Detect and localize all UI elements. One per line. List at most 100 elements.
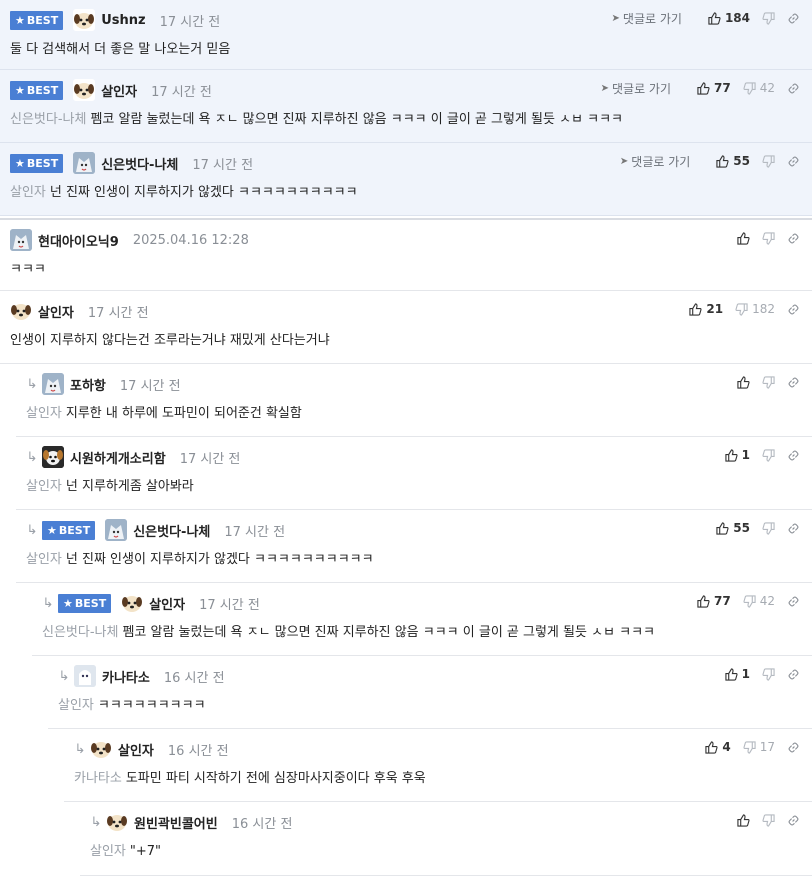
downvote-button[interactable] — [762, 448, 775, 462]
puppy-avatar[interactable] — [121, 592, 144, 614]
upvote-button[interactable] — [737, 231, 750, 245]
share-link-button[interactable] — [787, 12, 800, 25]
upvote-button[interactable]: 55 — [716, 521, 750, 535]
wolf-avatar[interactable] — [10, 229, 32, 251]
author-name[interactable]: 카나타소 — [102, 667, 150, 686]
upvote-button[interactable]: 55 — [716, 154, 750, 168]
comment-text: 펨코 알람 눌렀는데 욕 ㅈㄴ 많으면 진짜 지루하진 않음 ㅋㅋㅋ 이 글이 … — [122, 625, 656, 640]
downvote-button[interactable] — [762, 231, 775, 245]
share-link-button[interactable] — [787, 303, 800, 316]
reply-target[interactable]: 카나타소 — [74, 771, 122, 786]
downvote-button[interactable] — [762, 813, 775, 827]
thumbs-down-icon — [762, 231, 775, 245]
thumbs-down-icon — [762, 375, 775, 389]
link-icon — [788, 233, 799, 243]
author-name[interactable]: 현대아이오닉9 — [38, 231, 119, 250]
share-link-button[interactable] — [787, 82, 800, 95]
downvote-button[interactable] — [762, 375, 775, 389]
wolf-avatar[interactable] — [42, 373, 64, 395]
thumbs-up-icon — [725, 448, 738, 462]
author-name[interactable]: 포하항 — [70, 375, 106, 394]
dog-avatar[interactable] — [42, 446, 64, 468]
thumbs-up-icon — [697, 81, 710, 95]
comment-header: ↳ 카나타소 16 시간 전 — [56, 664, 812, 688]
downvote-button[interactable] — [762, 521, 775, 535]
reply-target[interactable]: 살인자 — [26, 406, 62, 421]
share-link-button[interactable] — [787, 741, 800, 754]
downvote-button[interactable]: 42 — [743, 81, 775, 95]
author-name[interactable]: 신은벗다-나체 — [133, 521, 210, 540]
downvote-button[interactable]: 182 — [735, 302, 775, 316]
share-link-button[interactable] — [787, 376, 800, 389]
upvote-button[interactable]: 77 — [697, 594, 731, 608]
wolf-avatar[interactable] — [73, 152, 96, 174]
puppy-avatar[interactable] — [10, 300, 32, 322]
author-name[interactable]: 시원하게개소리함 — [70, 448, 166, 467]
thumbs-down-icon — [762, 667, 775, 681]
downvote-button[interactable] — [762, 154, 775, 168]
share-link-button[interactable] — [787, 522, 800, 535]
reply-target[interactable]: 살인자 — [90, 844, 126, 859]
downvote-button[interactable]: 17 — [743, 740, 775, 754]
upvote-button[interactable]: 4 — [705, 740, 731, 754]
ghost-avatar[interactable] — [74, 665, 96, 687]
upvote-count: 55 — [733, 154, 750, 168]
wolf-avatar[interactable] — [105, 519, 128, 541]
comment-item: ★ BEST 살인자 17 시간 전 ➤ 댓글로 가기 77 42 신은벗다-나체 펨코 알람 눌… — [0, 70, 812, 143]
share-link-button[interactable] — [787, 595, 800, 608]
comment-item: ★ BEST Ushnz 17 시간 전 ➤ 댓글로 가기 184 둘 다 검색해서 더 좋은… — [0, 0, 812, 70]
puppy-avatar[interactable] — [73, 79, 96, 101]
author-name[interactable]: 살인자 — [38, 302, 74, 321]
author-name[interactable]: 살인자 — [101, 81, 137, 100]
share-link-button[interactable] — [787, 232, 800, 245]
upvote-button[interactable]: 1 — [725, 667, 750, 681]
reply-target[interactable]: 살인자 — [10, 185, 46, 200]
author-name[interactable]: 신은벗다-나체 — [101, 154, 178, 173]
best-label: BEST — [26, 13, 59, 27]
goto-label: 댓글로 가기 — [622, 11, 682, 26]
share-link-button[interactable] — [787, 814, 800, 827]
reply-target[interactable]: 살인자 — [26, 479, 62, 494]
comment-text: 인생이 지루하지 않다는건 조루라는거냐 재밌게 산다는거냐 — [10, 333, 330, 348]
puppy-avatar[interactable] — [90, 738, 112, 760]
upvote-button[interactable]: 77 — [697, 81, 731, 95]
comment-text: 둘 다 검색해서 더 좋은 말 나오는거 믿음 — [10, 42, 231, 57]
reply-arrow-icon: ↳ — [26, 449, 38, 465]
link-icon — [788, 523, 799, 533]
goto-comment-link[interactable]: ➤ 댓글로 가기 — [620, 153, 690, 170]
upvote-button[interactable] — [737, 813, 750, 827]
comment-actions: ➤ 댓글로 가기 184 — [612, 6, 800, 30]
downvote-count: 42 — [759, 594, 775, 608]
puppy-avatar[interactable] — [73, 9, 96, 31]
author-name[interactable]: Ushnz — [101, 13, 145, 28]
reply-target[interactable]: 살인자 — [58, 698, 94, 713]
author-name[interactable]: 살인자 — [118, 740, 154, 759]
goto-comment-link[interactable]: ➤ 댓글로 가기 — [612, 10, 682, 27]
author-name[interactable]: 살인자 — [149, 594, 185, 613]
upvote-count: 4 — [722, 740, 731, 754]
upvote-button[interactable] — [737, 375, 750, 389]
reply-target[interactable]: 신은벗다-나체 — [42, 625, 118, 640]
comment-header: 현대아이오닉9 2025.04.16 12:28 — [10, 228, 812, 252]
comment-text: 도파민 파티 시작하기 전에 심장마사지중이다 후욱 후욱 — [125, 771, 426, 786]
upvote-button[interactable]: 1 — [725, 448, 750, 462]
puppy-avatar[interactable] — [106, 811, 128, 833]
link-icon — [788, 669, 799, 679]
share-link-button[interactable] — [787, 155, 800, 168]
share-link-button[interactable] — [787, 668, 800, 681]
reply-target[interactable]: 신은벗다-나체 — [10, 112, 86, 127]
reply-arrow-icon: ↳ — [58, 668, 70, 684]
downvote-button[interactable] — [762, 11, 775, 25]
upvote-button[interactable]: 21 — [689, 302, 723, 316]
comment-time: 16 시간 전 — [163, 670, 225, 686]
reply-target[interactable]: 살인자 — [26, 552, 62, 567]
upvote-button[interactable]: 184 — [708, 11, 750, 25]
share-link-button[interactable] — [787, 449, 800, 462]
thumbs-down-icon — [762, 521, 775, 535]
downvote-button[interactable] — [762, 667, 775, 681]
goto-comment-link[interactable]: ➤ 댓글로 가기 — [601, 80, 671, 97]
downvote-button[interactable]: 42 — [743, 594, 775, 608]
upvote-count: 77 — [714, 594, 731, 608]
downvote-count: 182 — [752, 302, 775, 316]
author-name[interactable]: 원빈곽빈콜어빈 — [134, 813, 218, 832]
